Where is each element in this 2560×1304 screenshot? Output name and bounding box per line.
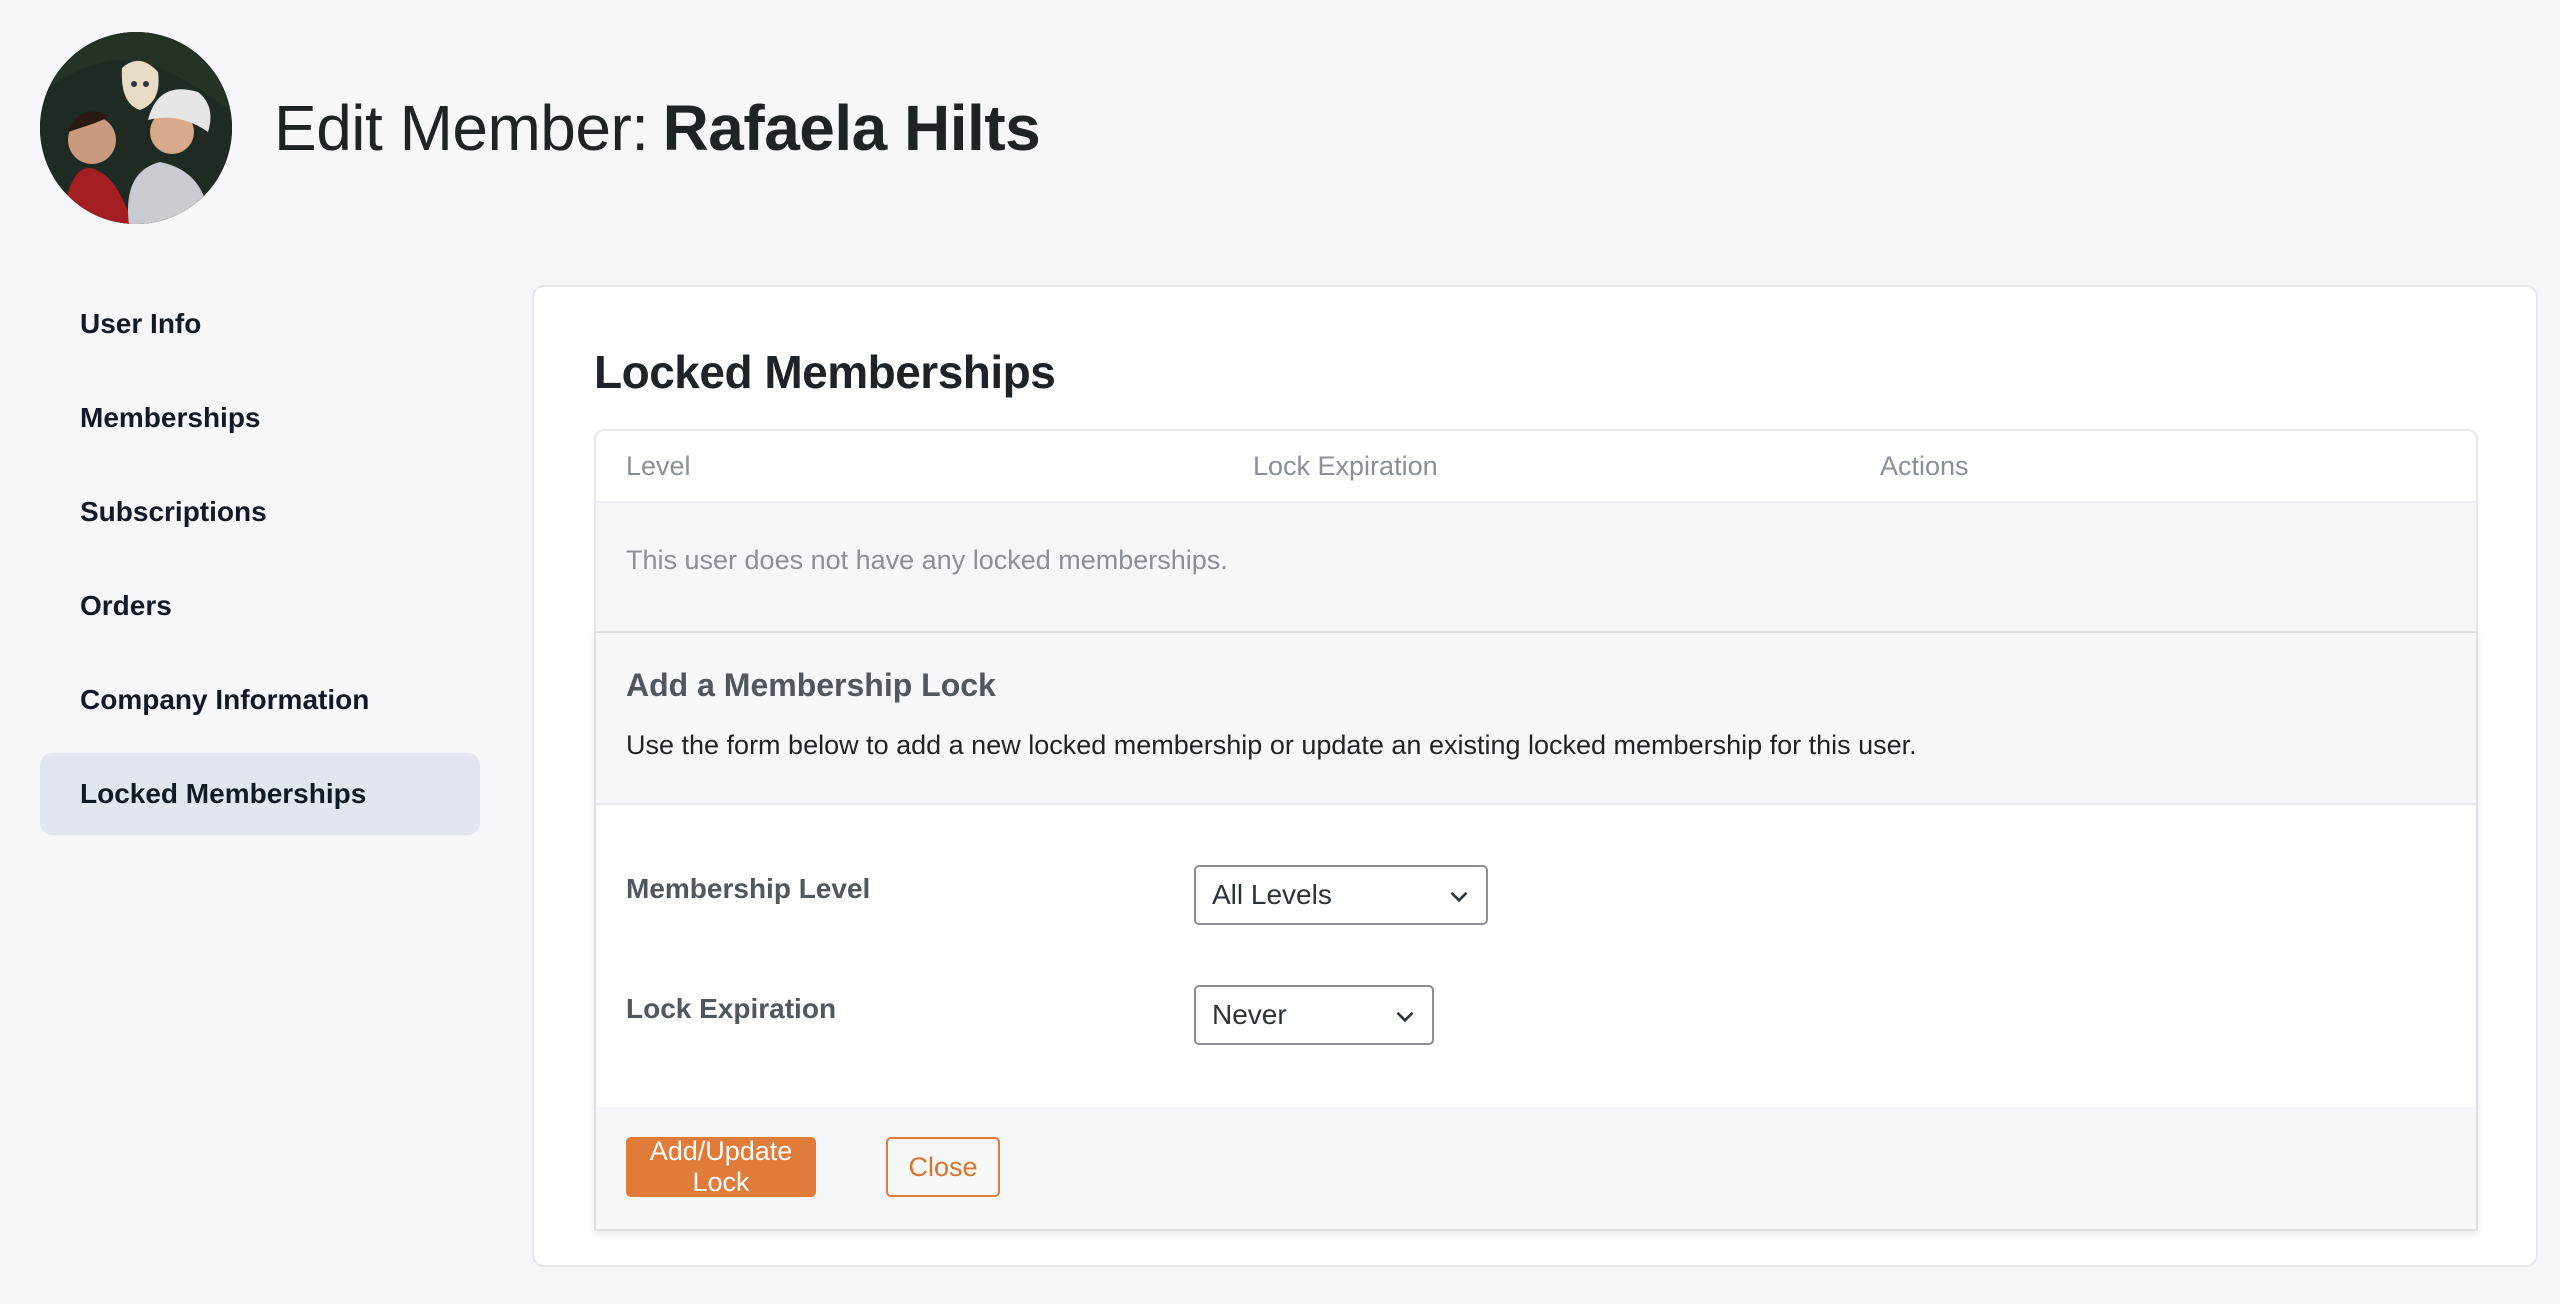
table-header: Level Lock Expiration Actions: [596, 431, 2476, 503]
membership-level-value: All Levels: [1212, 879, 1332, 910]
locked-memberships-card: Locked Memberships Level Lock Expiration…: [532, 285, 2538, 1267]
page-title: Edit Member: Rafaela Hilts: [274, 91, 1041, 165]
page-header: Edit Member: Rafaela Hilts: [40, 32, 1041, 224]
page-title-prefix: Edit Member:: [274, 92, 649, 164]
lock-expiration-value: Never: [1212, 999, 1287, 1030]
table-empty-row: This user does not have any locked membe…: [596, 503, 2476, 631]
sidebar-item-subscriptions[interactable]: Subscriptions: [40, 471, 480, 553]
column-header-actions: Actions: [1880, 451, 1969, 481]
section-title: Locked Memberships: [594, 346, 1056, 398]
column-header-level: Level: [626, 451, 691, 481]
avatar-photo-icon: [40, 32, 232, 224]
close-button[interactable]: Close: [886, 1137, 1000, 1197]
chevron-down-icon: [1450, 891, 1468, 903]
sidebar-item-user-info[interactable]: User Info: [40, 283, 480, 365]
add-lock-panel-header: Add a Membership Lock Use the form below…: [596, 633, 2476, 805]
column-header-lock-expiration: Lock Expiration: [1253, 451, 1438, 481]
sidebar-item-memberships[interactable]: Memberships: [40, 377, 480, 459]
empty-message: This user does not have any locked membe…: [626, 545, 1228, 575]
sidebar-item-locked-memberships[interactable]: Locked Memberships: [40, 753, 480, 835]
add-lock-panel: Add a Membership Lock Use the form below…: [594, 631, 2478, 1231]
chevron-down-icon: [1396, 1011, 1414, 1023]
lock-expiration-label: Lock Expiration: [626, 993, 837, 1024]
add-lock-title: Add a Membership Lock: [626, 667, 996, 703]
sidebar-nav: User Info Memberships Subscriptions Orde…: [40, 283, 480, 847]
member-name: Rafaela Hilts: [662, 92, 1041, 164]
locked-memberships-table: Level Lock Expiration Actions This user …: [594, 429, 2478, 631]
add-lock-panel-footer: Add/Update Lock Close: [596, 1107, 2476, 1229]
membership-level-select[interactable]: All Levels: [1194, 865, 1488, 925]
sidebar-item-company-information[interactable]: Company Information: [40, 659, 480, 741]
sidebar-item-orders[interactable]: Orders: [40, 565, 480, 647]
add-update-lock-button[interactable]: Add/Update Lock: [626, 1136, 816, 1197]
lock-expiration-select[interactable]: Never: [1194, 985, 1434, 1045]
avatar: [40, 32, 232, 224]
membership-level-label: Membership Level: [626, 873, 871, 904]
add-lock-description: Use the form below to add a new locked m…: [626, 730, 1917, 760]
